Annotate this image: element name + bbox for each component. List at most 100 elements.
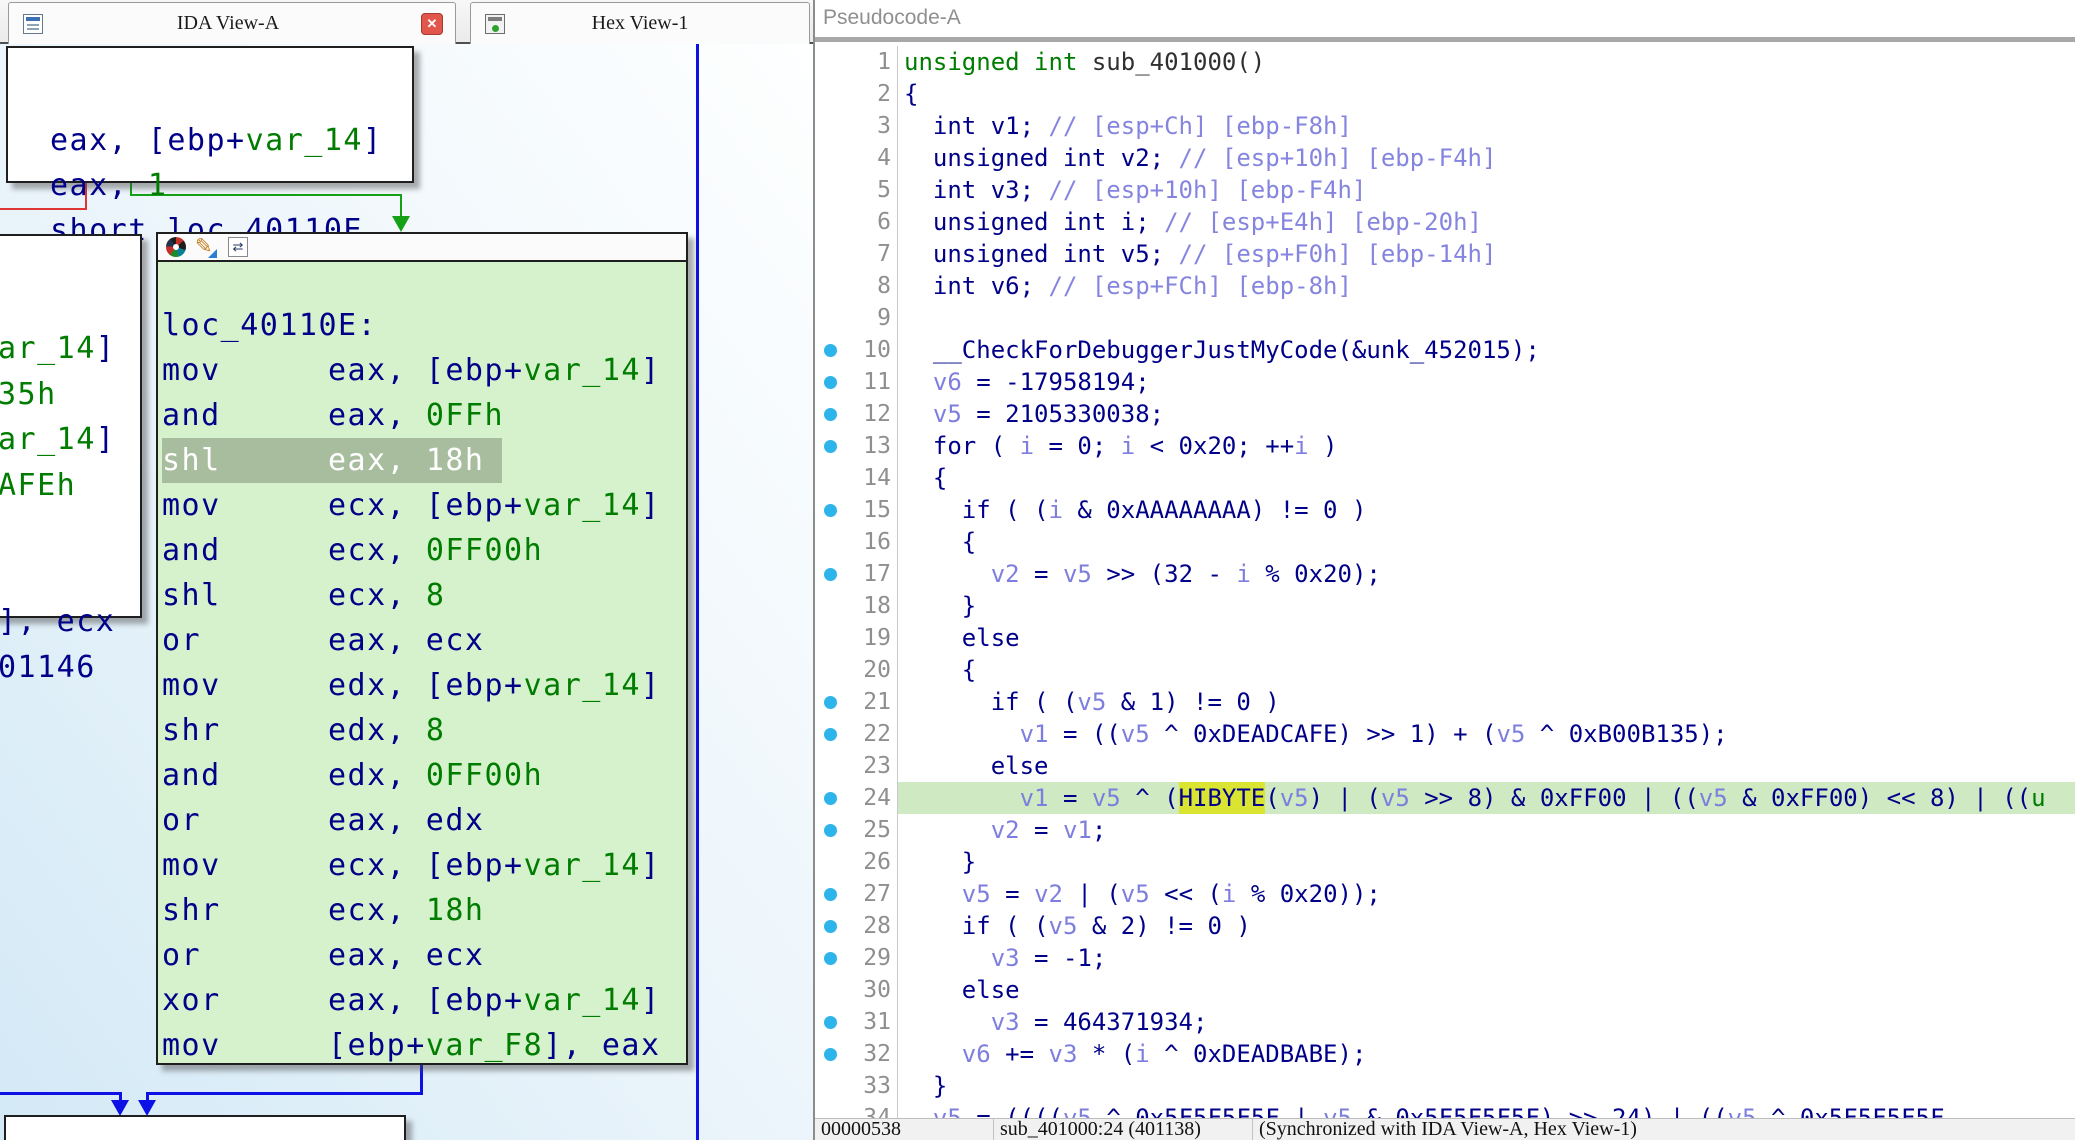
code-text[interactable]: for ( i = 0; i < 0x20; ++i ) <box>897 430 2075 462</box>
breakpoint-gutter[interactable] <box>815 110 845 142</box>
pseudocode-line[interactable]: 5 int v3; // [esp+10h] [ebp-F4h] <box>815 174 2075 206</box>
breakpoint-gutter[interactable] <box>815 78 845 110</box>
code-text[interactable]: else <box>897 974 2075 1006</box>
pseudocode-line[interactable]: 8 int v6; // [esp+FCh] [ebp-8h] <box>815 270 2075 302</box>
code-text[interactable]: __CheckForDebuggerJustMyCode(&unk_452015… <box>897 334 2075 366</box>
breakpoint-gutter[interactable] <box>815 1102 845 1118</box>
pseudocode-line[interactable]: 34 v5 = ((((v5 ^ 0x5F5F5F5F | v5 & 0x5F5… <box>815 1102 2075 1118</box>
breakpoint-gutter[interactable] <box>815 750 845 782</box>
code-text[interactable]: } <box>897 1070 2075 1102</box>
asm-row[interactable] <box>0 554 140 600</box>
pseudocode-line[interactable]: 20 { <box>815 654 2075 686</box>
asm-row[interactable] <box>0 508 140 554</box>
asm-instruction-row[interactable]: shlecx, 8 <box>162 573 686 618</box>
asm-instruction-row[interactable]: oreax, ecx <box>162 618 686 663</box>
code-text[interactable]: v5 = ((((v5 ^ 0x5F5F5F5F | v5 & 0x5F5F5F… <box>897 1102 2075 1118</box>
tab-hex-view-1[interactable]: Hex View-1 <box>470 2 810 44</box>
code-text[interactable]: v2 = v5 >> (32 - i % 0x20); <box>897 558 2075 590</box>
pseudocode-line[interactable]: 18 } <box>815 590 2075 622</box>
asm-row[interactable]: ar_14] <box>0 326 140 372</box>
asm-row[interactable]: eax, [ebp+var_14] <box>50 118 412 163</box>
code-text[interactable]: v6 = -17958194; <box>897 366 2075 398</box>
code-text[interactable]: { <box>897 654 2075 686</box>
pseudocode-line[interactable]: 33 } <box>815 1070 2075 1102</box>
code-text[interactable]: int v1; // [esp+Ch] [ebp-F8h] <box>897 110 2075 142</box>
breakpoint-gutter[interactable] <box>815 174 845 206</box>
breakpoint-gutter[interactable] <box>815 238 845 270</box>
pseudocode-line[interactable]: 32 v6 += v3 * (i ^ 0xDEADBABE); <box>815 1038 2075 1070</box>
pseudocode-line[interactable]: 16 { <box>815 526 2075 558</box>
breakpoint-gutter[interactable] <box>815 654 845 686</box>
code-text[interactable]: int v3; // [esp+10h] [ebp-F4h] <box>897 174 2075 206</box>
breakpoint-gutter[interactable] <box>815 686 845 718</box>
pseudocode-line[interactable]: 6 unsigned int i; // [esp+E4h] [ebp-20h] <box>815 206 2075 238</box>
breakpoint-dot[interactable] <box>824 920 837 933</box>
pseudocode-line[interactable]: 30 else <box>815 974 2075 1006</box>
pseudocode-line[interactable]: 1unsigned int sub_401000() <box>815 46 2075 78</box>
code-text[interactable]: v3 = -1; <box>897 942 2075 974</box>
breakpoint-gutter[interactable] <box>815 430 845 462</box>
code-text[interactable]: { <box>897 526 2075 558</box>
pseudocode-line[interactable]: 2{ <box>815 78 2075 110</box>
breakpoint-gutter[interactable] <box>815 334 845 366</box>
breakpoint-gutter[interactable] <box>815 270 845 302</box>
breakpoint-gutter[interactable] <box>815 878 845 910</box>
pseudocode-line[interactable]: 19 else <box>815 622 2075 654</box>
asm-row[interactable]: eax, 1 <box>50 163 412 208</box>
asm-instruction-row[interactable]: movedx, [ebp+var_14] <box>162 663 686 708</box>
breakpoint-dot[interactable] <box>824 952 837 965</box>
basic-block-node-top[interactable]: eax, [ebp+var_14]eax, 1short loc_40110E <box>6 46 414 183</box>
code-text[interactable]: { <box>897 462 2075 494</box>
pseudocode-line[interactable]: 4 unsigned int v2; // [esp+10h] [ebp-F4h… <box>815 142 2075 174</box>
breakpoint-dot[interactable] <box>824 792 837 805</box>
breakpoint-gutter[interactable] <box>815 526 845 558</box>
asm-instruction-row[interactable]: andedx, 0FF00h <box>162 753 686 798</box>
asm-instruction-row[interactable]: xoreax, [ebp+var_14] <box>162 978 686 1023</box>
basic-block-node-left-clipped[interactable]: ar_14]35har_14]AFEh], ecx01146 <box>0 234 142 618</box>
breakpoint-gutter[interactable] <box>815 622 845 654</box>
close-icon[interactable] <box>421 13 443 35</box>
code-text[interactable]: { <box>897 78 2075 110</box>
asm-instruction-row[interactable]: oreax, ecx <box>162 933 686 978</box>
asm-row[interactable]: 01146 <box>0 645 140 691</box>
code-text[interactable]: if ( (v5 & 2) != 0 ) <box>897 910 2075 942</box>
code-text[interactable]: v1 = v5 ^ (HIBYTE(v5) | (v5 >> 8) & 0xFF… <box>897 782 2075 814</box>
breakpoint-dot[interactable] <box>824 408 837 421</box>
breakpoint-gutter[interactable] <box>815 1070 845 1102</box>
asm-instruction-row[interactable]: shrecx, 18h <box>162 888 686 933</box>
asm-instruction-row[interactable]: shleax, 18h <box>162 438 686 483</box>
breakpoint-dot[interactable] <box>824 888 837 901</box>
code-text[interactable]: if ( (i & 0xAAAAAAAA) != 0 ) <box>897 494 2075 526</box>
breakpoint-gutter[interactable] <box>815 558 845 590</box>
asm-instruction-row[interactable]: movecx, [ebp+var_14] <box>162 843 686 888</box>
breakpoint-gutter[interactable] <box>815 398 845 430</box>
breakpoint-gutter[interactable] <box>815 718 845 750</box>
graph-view[interactable]: eax, [ebp+var_14]eax, 1short loc_40110E … <box>0 44 813 1140</box>
breakpoint-dot[interactable] <box>824 440 837 453</box>
asm-instruction-row[interactable]: oreax, edx <box>162 798 686 843</box>
breakpoint-gutter[interactable] <box>815 302 845 334</box>
breakpoint-gutter[interactable] <box>815 974 845 1006</box>
pseudocode-line[interactable]: 15 if ( (i & 0xAAAAAAAA) != 0 ) <box>815 494 2075 526</box>
breakpoint-gutter[interactable] <box>815 590 845 622</box>
pseudocode-line[interactable]: 31 v3 = 464371934; <box>815 1006 2075 1038</box>
breakpoint-gutter[interactable] <box>815 846 845 878</box>
breakpoint-gutter[interactable] <box>815 814 845 846</box>
code-text[interactable]: unsigned int i; // [esp+E4h] [ebp-20h] <box>897 206 2075 238</box>
breakpoint-gutter[interactable] <box>815 910 845 942</box>
pseudocode-line[interactable]: 26 } <box>815 846 2075 878</box>
breakpoint-gutter[interactable] <box>815 1006 845 1038</box>
code-text[interactable]: v3 = 464371934; <box>897 1006 2075 1038</box>
code-text[interactable]: } <box>897 590 2075 622</box>
code-text[interactable]: int v6; // [esp+FCh] [ebp-8h] <box>897 270 2075 302</box>
pseudocode-line[interactable]: 27 v5 = v2 | (v5 << (i % 0x20)); <box>815 878 2075 910</box>
pseudocode-line[interactable]: 11 v6 = -17958194; <box>815 366 2075 398</box>
pseudocode-line[interactable]: 23 else <box>815 750 2075 782</box>
asm-row[interactable]: ], ecx <box>0 599 140 645</box>
pseudocode-line[interactable]: 14 { <box>815 462 2075 494</box>
breakpoint-gutter[interactable] <box>815 942 845 974</box>
pseudocode-line[interactable]: 25 v2 = v1; <box>815 814 2075 846</box>
breakpoint-gutter[interactable] <box>815 206 845 238</box>
basic-block-node-loc-40110E[interactable]: loc_40110E:moveax, [ebp+var_14]andeax, 0… <box>156 232 688 1065</box>
pseudocode-line[interactable]: 9 <box>815 302 2075 334</box>
